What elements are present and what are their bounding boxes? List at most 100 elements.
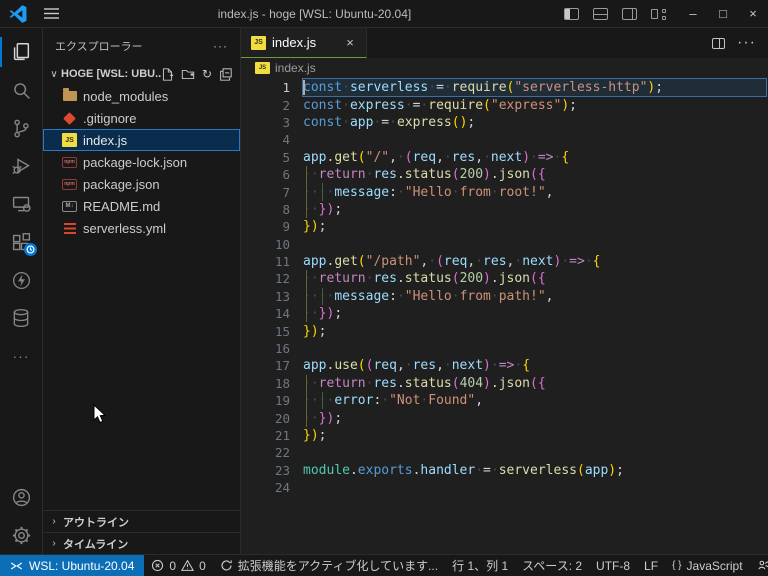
code-line-4[interactable]: 4 — [241, 131, 768, 148]
line-number[interactable]: 1 — [241, 80, 290, 95]
database-icon[interactable] — [0, 299, 43, 337]
settings-gear-icon[interactable] — [0, 516, 43, 554]
code-line-17[interactable]: 17 app. use((req, · res, · next) · => ·{ — [241, 357, 768, 374]
close-button[interactable]: × — [738, 0, 768, 28]
file-row-package-lock.json[interactable]: npm package-lock.json — [43, 151, 240, 173]
remote-indicator[interactable]: WSL: Ubuntu-20.04 — [0, 555, 145, 576]
code-line-1[interactable]: 1 const · serverless · = · require("serverless-… — [241, 77, 768, 98]
toggle-secondary-sidebar-icon[interactable] — [622, 7, 637, 20]
tab-close-icon[interactable]: × — [342, 35, 358, 50]
code-line-19[interactable]: 19 ···· error: · "Not · Found", — [241, 392, 768, 410]
code-line-23[interactable]: 23 module. exports. handler · = · serverless(ap… — [241, 462, 768, 479]
line-number[interactable]: 15 — [241, 324, 290, 339]
search-icon[interactable] — [0, 71, 43, 109]
more-views-icon[interactable]: ··· — [0, 337, 43, 375]
file-row-package.json[interactable]: npm package.json — [43, 173, 240, 195]
line-number[interactable]: 13 — [241, 289, 290, 304]
editor-more-actions-icon[interactable]: ··· — [737, 34, 756, 52]
language-mode[interactable]: { } JavaScript — [665, 555, 750, 576]
file-row-serverless.yml[interactable]: serverless.yml — [43, 217, 240, 239]
line-number[interactable]: 6 — [241, 167, 290, 182]
line-number[interactable]: 19 — [241, 393, 290, 408]
line-number[interactable]: 23 — [241, 463, 290, 478]
toggle-panel-icon[interactable] — [593, 7, 608, 20]
thunder-client-icon[interactable] — [0, 261, 43, 299]
source-control-icon[interactable] — [0, 109, 43, 147]
folder-file-icon — [62, 88, 77, 104]
new-file-icon[interactable] — [161, 67, 174, 81]
account-icon[interactable] — [0, 478, 43, 516]
code-editor[interactable]: 1 const · serverless · = · require("serverless-… — [241, 77, 768, 554]
explorer-sidebar: エクスプローラー ··· ∨ HOGE [WSL: UBU... ↻ node_… — [43, 28, 241, 554]
menu-hamburger-icon[interactable] — [37, 0, 65, 28]
indentation[interactable]: スペース: 2 — [515, 555, 589, 576]
tab-index-js[interactable]: JS index.js × — [241, 28, 367, 58]
file-row-node_modules[interactable]: node_modules — [43, 85, 240, 107]
workspace-section-header[interactable]: ∨ HOGE [WSL: UBU... ↻ — [43, 63, 240, 85]
code-line-9[interactable]: 9}); — [241, 218, 768, 235]
code-line-7[interactable]: 7 ···· message: · "Hello · from · root!", — [241, 183, 768, 201]
refresh-icon[interactable]: ↻ — [202, 67, 212, 81]
line-number[interactable]: 24 — [241, 480, 290, 495]
activating-extensions-status[interactable]: 拡張機能をアクティブ化しています... — [213, 555, 445, 576]
eol-sequence[interactable]: LF — [637, 555, 665, 576]
code-line-15[interactable]: 15}); — [241, 322, 768, 339]
code-line-5[interactable]: 5 app. get("/", ·(req, · res, · next) · => ·{ — [241, 149, 768, 166]
code-line-14[interactable]: 14 ··}); — [241, 305, 768, 323]
code-line-16[interactable]: 16 — [241, 340, 768, 357]
code-line-20[interactable]: 20 ··}); — [241, 409, 768, 427]
line-number[interactable]: 3 — [241, 115, 290, 130]
timeline-panel-header[interactable]: › タイムライン — [43, 532, 240, 554]
code-line-18[interactable]: 18 ·· return · res. status(404). json({ — [241, 374, 768, 393]
file-row-README.md[interactable]: M↓ README.md — [43, 195, 240, 217]
line-number[interactable]: 8 — [241, 202, 290, 217]
line-number[interactable]: 16 — [241, 341, 290, 356]
workspace-name: HOGE [WSL: UBU... — [61, 68, 161, 80]
code-line-8[interactable]: 8 ··}); — [241, 200, 768, 219]
code-line-10[interactable]: 10 — [241, 236, 768, 253]
customize-layout-icon[interactable] — [651, 8, 666, 20]
explorer-more-actions-icon[interactable]: ··· — [213, 39, 228, 53]
code-line-21[interactable]: 21}); — [241, 427, 768, 444]
remote-explorer-icon[interactable] — [0, 185, 43, 223]
code-line-22[interactable]: 22 — [241, 444, 768, 461]
code-line-13[interactable]: 13 ···· message: · "Hello · from · path!", — [241, 287, 768, 306]
encoding[interactable]: UTF-8 — [589, 555, 637, 576]
code-line-6[interactable]: 6 ·· return · res. status(200). json({ — [241, 165, 768, 184]
line-number[interactable]: 14 — [241, 306, 290, 321]
line-number[interactable]: 9 — [241, 219, 290, 234]
line-number[interactable]: 22 — [241, 445, 290, 460]
line-number[interactable]: 7 — [241, 185, 290, 200]
problems-indicator[interactable]: 0 0 — [144, 555, 212, 576]
line-number[interactable]: 20 — [241, 411, 290, 426]
maximize-button[interactable]: □ — [708, 0, 738, 28]
outline-panel-header[interactable]: › アウトライン — [43, 510, 240, 532]
line-number[interactable]: 5 — [241, 150, 290, 165]
split-editor-icon[interactable] — [712, 37, 726, 49]
line-number[interactable]: 18 — [241, 376, 290, 391]
code-line-3[interactable]: 3 const · app · = · express(); — [241, 114, 768, 131]
line-number[interactable]: 11 — [241, 254, 290, 269]
line-number[interactable]: 10 — [241, 237, 290, 252]
line-number[interactable]: 21 — [241, 428, 290, 443]
cursor-position[interactable]: 行 1、列 1 — [445, 555, 515, 576]
extensions-icon[interactable] — [0, 223, 43, 261]
explorer-icon[interactable] — [0, 33, 43, 71]
new-folder-icon[interactable] — [181, 68, 195, 81]
feedback-icon[interactable] — [750, 555, 768, 576]
line-number[interactable]: 17 — [241, 358, 290, 373]
toggle-primary-sidebar-icon[interactable] — [564, 7, 579, 20]
file-row-index.js[interactable]: JS index.js — [43, 129, 240, 151]
code-line-11[interactable]: 11 app. get("/path", ·(req, · res, · next) · => ·{ — [241, 253, 768, 270]
file-row-.gitignore[interactable]: .gitignore — [43, 107, 240, 129]
breadcrumb[interactable]: JS index.js — [241, 58, 768, 77]
line-number[interactable]: 4 — [241, 132, 290, 147]
code-line-12[interactable]: 12 ·· return · res. status(200). json({ — [241, 270, 768, 288]
code-line-2[interactable]: 2 const · express · = · require("express"); — [241, 96, 768, 113]
line-number[interactable]: 12 — [241, 271, 290, 286]
code-line-24[interactable]: 24 — [241, 479, 768, 496]
collapse-all-icon[interactable] — [219, 67, 232, 81]
minimize-button[interactable]: – — [678, 0, 708, 28]
line-number[interactable]: 2 — [241, 98, 290, 113]
run-and-debug-icon[interactable] — [0, 147, 43, 185]
